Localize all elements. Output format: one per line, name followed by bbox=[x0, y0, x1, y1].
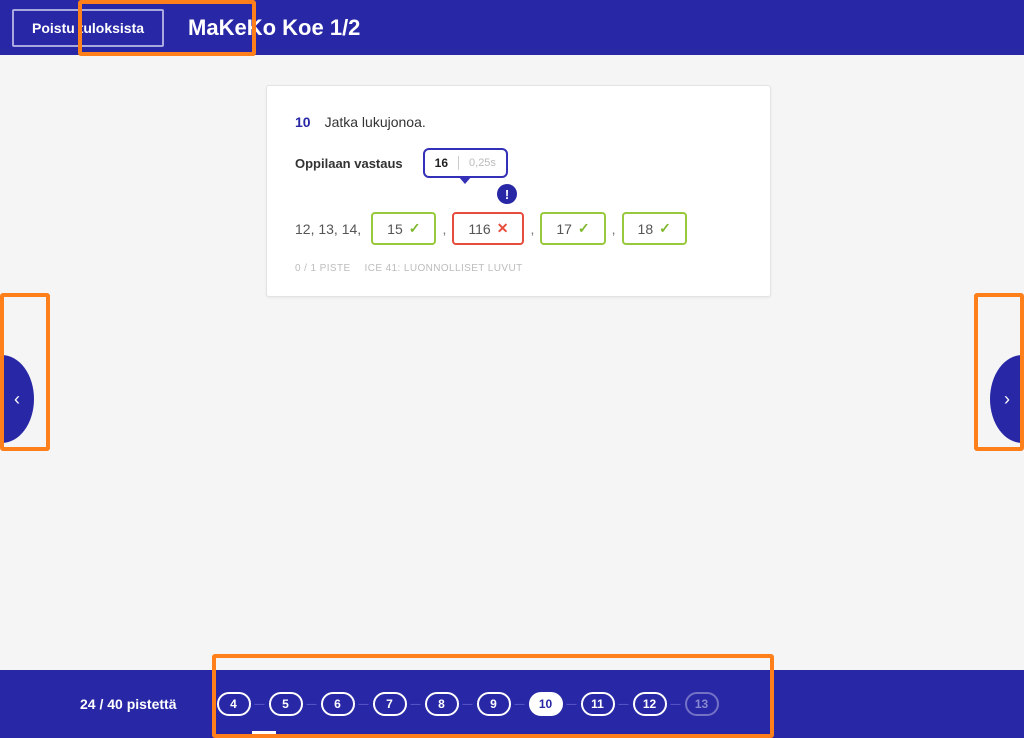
pager-connector: — bbox=[255, 699, 265, 710]
pager-item[interactable]: 5 bbox=[269, 692, 303, 716]
answer-box: 18 ✓ bbox=[622, 212, 687, 245]
alert-badge-icon: ! bbox=[497, 184, 517, 204]
question-meta: 0 / 1 PISTE ICE 41: LUONNOLLISET LUVUT bbox=[295, 263, 742, 274]
question-text: Jatka lukujonoa. bbox=[325, 114, 426, 130]
correct-answer-tooltip: 16 0,25s bbox=[423, 148, 508, 178]
answer-row: ! 12, 13, 14, 15✓,116✕,17✓,18✓ bbox=[295, 212, 742, 245]
pager-item[interactable]: 4 bbox=[217, 692, 251, 716]
tooltip-extra: 0,25s bbox=[469, 157, 496, 169]
content-area: 10 Jatka lukujonoa. Oppilaan vastaus 16 … bbox=[0, 55, 1024, 670]
question-card: 10 Jatka lukujonoa. Oppilaan vastaus 16 … bbox=[266, 85, 771, 297]
bottom-bar: 24 / 40 pistettä 4 — 5 — 6 — 7 — 8 — 9 — 10 — 11 — 12 — 13 bbox=[0, 670, 1024, 738]
points-label: 0 / 1 PISTE bbox=[295, 263, 351, 274]
top-bar: Poistu tuloksista MaKeKo Koe 1/2 bbox=[0, 0, 1024, 55]
pager-connector: — bbox=[567, 699, 577, 710]
pager-connector: — bbox=[515, 699, 525, 710]
answer-box: 15 ✓ bbox=[371, 212, 436, 245]
pager-item[interactable]: 10 bbox=[529, 692, 563, 716]
check-icon: ✓ bbox=[409, 220, 421, 237]
tooltip-separator bbox=[458, 156, 459, 170]
pager-item[interactable]: 8 bbox=[425, 692, 459, 716]
score-label: 24 / 40 pistettä bbox=[80, 696, 177, 712]
pager-item[interactable]: 7 bbox=[373, 692, 407, 716]
exit-results-button[interactable]: Poistu tuloksista bbox=[12, 9, 164, 47]
answer-value: 116 bbox=[468, 221, 490, 237]
pager-item[interactable]: 9 bbox=[477, 692, 511, 716]
answer-separator: , bbox=[442, 221, 446, 237]
answer-separator: , bbox=[612, 221, 616, 237]
pager-connector: — bbox=[359, 699, 369, 710]
category-label: ICE 41: LUONNOLLISET LUVUT bbox=[365, 263, 523, 274]
question-number: 10 bbox=[295, 114, 311, 130]
page-title: MaKeKo Koe 1/2 bbox=[188, 15, 360, 41]
student-answer-label: Oppilaan vastaus bbox=[295, 156, 403, 171]
cross-icon: ✕ bbox=[497, 220, 509, 237]
answer-box: 116 ✕ bbox=[452, 212, 524, 245]
prev-question-button[interactable]: ‹ bbox=[0, 355, 34, 443]
answer-separator: , bbox=[530, 221, 534, 237]
answer-value: 18 bbox=[638, 221, 654, 237]
pager-item[interactable]: 13 bbox=[685, 692, 719, 716]
answer-value: 15 bbox=[387, 221, 403, 237]
question-header: 10 Jatka lukujonoa. bbox=[295, 114, 742, 130]
check-icon: ✓ bbox=[578, 220, 590, 237]
sequence-prefix: 12, 13, 14, bbox=[295, 221, 361, 237]
pager-item[interactable]: 6 bbox=[321, 692, 355, 716]
next-question-button[interactable]: › bbox=[990, 355, 1024, 443]
pager-item[interactable]: 11 bbox=[581, 692, 615, 716]
check-icon: ✓ bbox=[659, 220, 671, 237]
pager-connector: — bbox=[671, 699, 681, 710]
answer-value: 17 bbox=[556, 221, 572, 237]
pager-underline bbox=[252, 731, 276, 734]
pager-item[interactable]: 12 bbox=[633, 692, 667, 716]
pager-connector: — bbox=[307, 699, 317, 710]
student-answer-row: Oppilaan vastaus 16 0,25s bbox=[295, 148, 742, 178]
answer-box: 17 ✓ bbox=[540, 212, 605, 245]
pager-connector: — bbox=[411, 699, 421, 710]
question-pager: 4 — 5 — 6 — 7 — 8 — 9 — 10 — 11 — 12 — 13 bbox=[217, 692, 719, 716]
tooltip-correct-value: 16 bbox=[435, 156, 448, 170]
pager-connector: — bbox=[463, 699, 473, 710]
pager-connector: — bbox=[619, 699, 629, 710]
